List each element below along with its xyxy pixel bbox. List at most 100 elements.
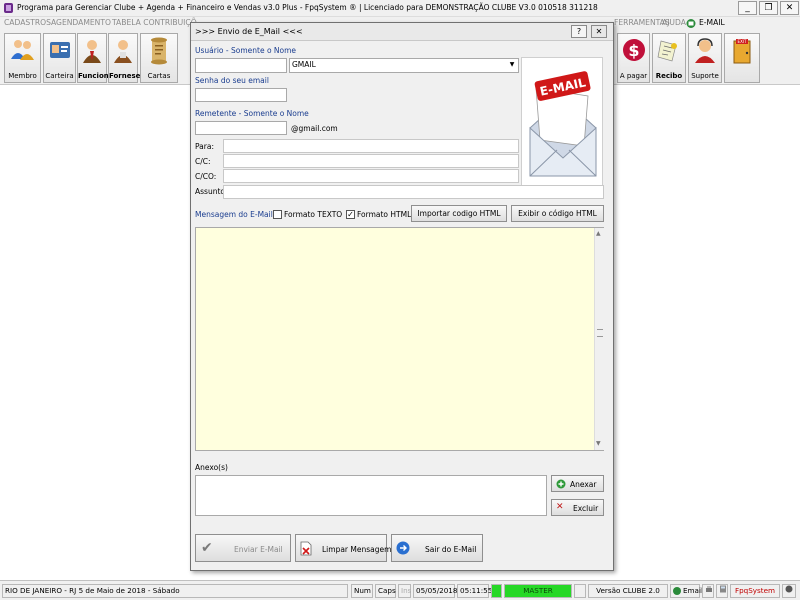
envelope-icon: E-MAIL: [529, 71, 597, 177]
calculator-icon[interactable]: [716, 584, 728, 598]
toolbar-label: Fornese: [109, 72, 141, 80]
app-title-bar: Programa para Gerenciar Clube + Agenda +…: [0, 0, 800, 17]
user-name-input[interactable]: [195, 58, 287, 73]
email-provider-value: GMAIL: [292, 60, 316, 69]
dialog-title-bar: >>> Envio de E_Mail <<< ? ✕: [191, 23, 613, 41]
add-icon: [556, 479, 566, 489]
minimize-button[interactable]: _: [738, 1, 757, 15]
status-email[interactable]: Email: [670, 584, 703, 598]
toolbar-recibo-button[interactable]: Recibo: [652, 33, 686, 83]
scroll-letter-icon: [151, 37, 167, 65]
close-button[interactable]: ✕: [780, 1, 799, 15]
clear-document-icon: [300, 541, 312, 556]
remove-attachment-button[interactable]: ✕ Excluir: [551, 499, 604, 516]
cc-label: C/C:: [195, 157, 211, 166]
email-status-icon: [673, 587, 681, 595]
status-ins: Ins: [398, 584, 411, 598]
status-brand: FpqSystem: [730, 584, 780, 598]
toolbar-exit-button[interactable]: EXIT: [724, 33, 760, 83]
toolbar-suporte-button[interactable]: Suporte: [688, 33, 722, 83]
exit-door-icon: EXIT: [733, 39, 751, 64]
money-icon: $: [622, 39, 645, 61]
attach-button-label: Anexar: [570, 480, 597, 489]
remove-button-label: Excluir: [573, 504, 599, 513]
menu-cadastros[interactable]: CADASTROS: [4, 18, 51, 27]
toolbar-label: Membro: [8, 72, 37, 80]
bcc-input[interactable]: [223, 169, 519, 183]
toolbar-label: Funciona: [78, 72, 114, 80]
to-input[interactable]: [223, 139, 519, 153]
toolbar-label: Recibo: [655, 72, 683, 80]
attach-button[interactable]: Anexar: [551, 475, 604, 492]
employee-icon: [83, 40, 101, 63]
to-label: Para:: [195, 142, 214, 151]
toolbar-label: Carteira: [45, 72, 74, 80]
dialog-help-button[interactable]: ?: [571, 25, 587, 38]
menu-ajuda[interactable]: AJUDA: [662, 18, 686, 27]
subject-input[interactable]: [223, 185, 604, 199]
bcc-label: C/CO:: [195, 172, 217, 181]
app-logo-icon: [4, 3, 13, 13]
exit-button-label: Sair do E-Mail: [425, 545, 477, 554]
menu-email[interactable]: E-MAIL: [699, 18, 725, 27]
toolbar-a-pagar-button[interactable]: $ A pagar: [617, 33, 650, 83]
printer-icon[interactable]: [702, 584, 714, 598]
password-label: Senha do seu email: [195, 76, 269, 85]
send-email-button[interactable]: ✔ Enviar E-Mail: [195, 534, 291, 562]
svg-text:EXIT: EXIT: [738, 39, 747, 44]
message-editor[interactable]: [195, 227, 604, 451]
format-text-checkbox[interactable]: [273, 210, 282, 219]
show-html-button[interactable]: Exibir o código HTML: [511, 205, 604, 222]
status-email-label: Email: [683, 586, 703, 595]
status-num: Num: [351, 584, 373, 598]
cc-input[interactable]: [223, 154, 519, 168]
format-html-checkbox[interactable]: ✓: [346, 210, 355, 219]
app-title: Programa para Gerenciar Clube + Agenda +…: [17, 3, 598, 12]
status-version: Versão CLUBE 2.0: [588, 584, 668, 598]
sender-label: Remetente - Somente o Nome: [195, 109, 309, 118]
attachments-list[interactable]: [195, 475, 547, 516]
receipt-icon: [657, 40, 677, 62]
support-agent-icon: [695, 38, 715, 63]
email-provider-select[interactable]: GMAIL ▼: [289, 58, 519, 73]
delete-x-icon: ✕: [556, 502, 564, 512]
restore-button[interactable]: ❐: [759, 1, 778, 15]
clear-button-label: Limpar Mensagem: [322, 545, 392, 554]
members-icon: [10, 40, 34, 60]
status-caps: Caps: [375, 584, 396, 598]
toolbar-fornecedor-button[interactable]: Fornese: [108, 33, 141, 83]
toolbar-membro-button[interactable]: Membro: [4, 33, 41, 83]
sender-domain: @gmail.com: [291, 124, 338, 133]
send-button-label: Enviar E-Mail: [234, 545, 283, 554]
import-html-button[interactable]: Importar codigo HTML: [411, 205, 507, 222]
scroll-down-icon[interactable]: ▼: [596, 440, 601, 447]
user-label: Usuário - Somente o Nome: [195, 46, 297, 55]
svg-text:$: $: [628, 41, 639, 60]
checkmark-icon: ✔: [201, 540, 213, 556]
scroll-up-icon[interactable]: ▲: [596, 230, 601, 237]
supplier-icon: [114, 40, 132, 63]
toolbar-cartas-button[interactable]: Cartas: [140, 33, 178, 83]
dialog-title: >>> Envio de E_Mail <<<: [195, 27, 303, 36]
status-bar: RIO DE JANEIRO - RJ 5 de Maio de 2018 - …: [0, 580, 800, 600]
message-label: Mensagem do E-Mail: [195, 210, 273, 219]
exit-arrow-icon: [396, 541, 410, 555]
toolbar-carteira-button[interactable]: Carteira: [43, 33, 76, 83]
dialog-close-button[interactable]: ✕: [591, 25, 607, 38]
toolbar-funcionario-button[interactable]: Funciona: [77, 33, 114, 83]
message-scrollbar[interactable]: ▲ ▼: [594, 228, 604, 450]
status-indicator: [491, 584, 502, 598]
clear-message-button[interactable]: Limpar Mensagem: [295, 534, 391, 562]
toolbar-label: Suporte: [691, 72, 719, 80]
menu-agendamento[interactable]: AGENDAMENTO: [51, 18, 111, 27]
sender-name-input[interactable]: [195, 121, 287, 135]
email-dialog: >>> Envio de E_Mail <<< ? ✕ Usuário - So…: [190, 22, 614, 571]
menu-tabela-contribuicoes[interactable]: TABELA CONTRIBUIÇÕ: [112, 18, 197, 27]
toolbar-label: A pagar: [619, 72, 648, 80]
chevron-down-icon: ▼: [509, 61, 515, 68]
id-card-icon: [49, 42, 70, 58]
password-input[interactable]: [195, 88, 287, 102]
email-menu-icon: [686, 18, 696, 29]
exit-email-button[interactable]: Sair do E-Mail: [391, 534, 483, 562]
info-icon[interactable]: [782, 584, 796, 598]
